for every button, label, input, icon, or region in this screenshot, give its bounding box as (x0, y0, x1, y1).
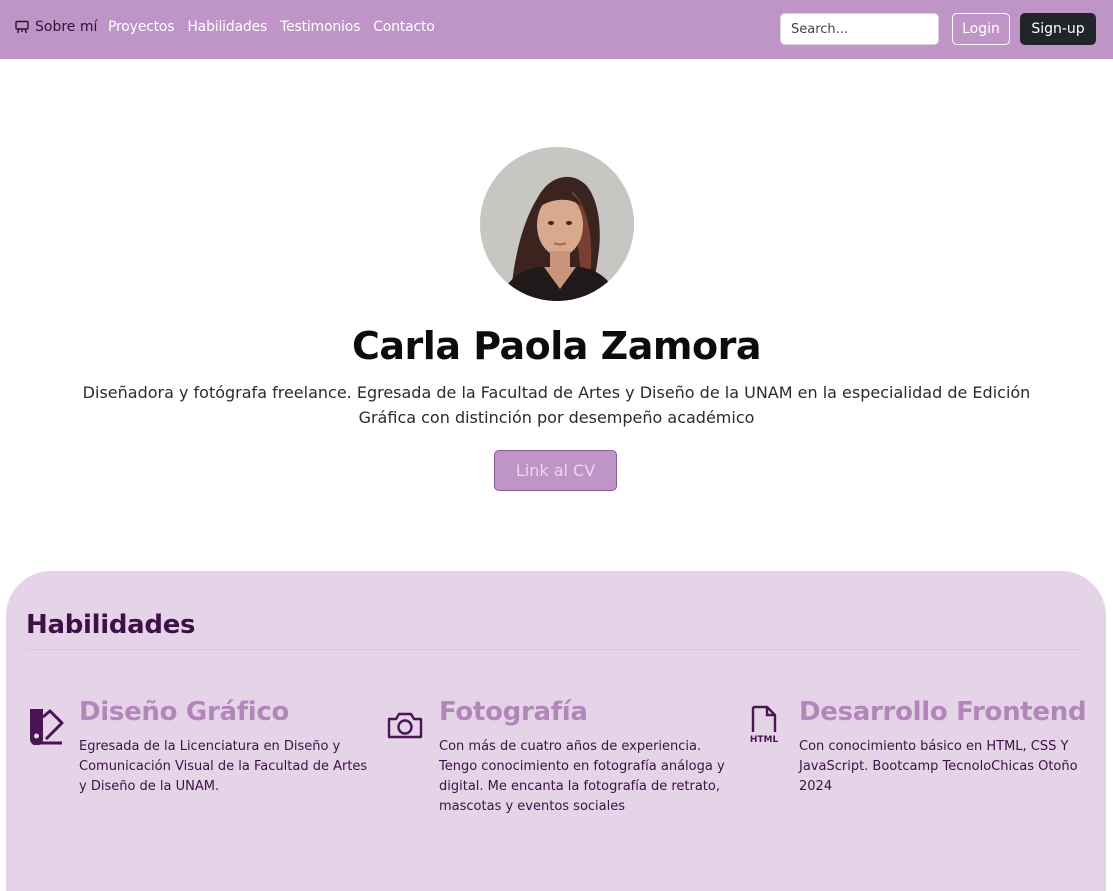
skills-title: Habilidades (26, 610, 196, 640)
login-button[interactable]: Login (952, 13, 1010, 45)
nav-links: Proyectos Habilidades Testimonios Contac… (108, 19, 435, 35)
skill-description: Egresada de la Licenciatura en Diseño y … (79, 739, 368, 794)
signup-button[interactable]: Sign-up (1020, 13, 1096, 45)
skill-title: Desarrollo Frontend (799, 697, 1087, 727)
svg-text:HTML: HTML (750, 735, 779, 745)
profile-bio: Diseñadora y fotógrafa freelance. Egresa… (82, 383, 1031, 427)
profile-name: Carla Paola Zamora (352, 324, 761, 368)
skill-title: Diseño Gráfico (79, 697, 290, 727)
skills-divider (26, 649, 1083, 650)
nav-link-testimonios[interactable]: Testimonios (280, 19, 360, 35)
search-input[interactable] (780, 13, 939, 45)
cv-link-button[interactable]: Link al CV (494, 450, 617, 491)
brand-link[interactable]: Sobre mí (15, 19, 97, 35)
nav-link-proyectos[interactable]: Proyectos (108, 19, 175, 35)
skill-description: Con conocimiento básico en HTML, CSS Y J… (799, 739, 1078, 794)
skill-title: Fotografía (439, 697, 588, 727)
brand-label: Sobre mí (35, 19, 98, 35)
profile-photo (480, 147, 634, 301)
nav-link-habilidades[interactable]: Habilidades (187, 19, 267, 35)
skill-description: Con más de cuatro años de experiencia. T… (439, 739, 725, 814)
palette-swatch-icon (26, 705, 64, 746)
navbar: Sobre mí Proyectos Habilidades Testimoni… (0, 0, 1113, 59)
html-file-icon: HTML (746, 705, 784, 745)
skills-section: Habilidades Diseño Gráfico Egresada de l… (6, 571, 1106, 891)
easel-icon (15, 20, 29, 34)
nav-link-contacto[interactable]: Contacto (373, 19, 435, 35)
camera-icon (386, 705, 424, 745)
